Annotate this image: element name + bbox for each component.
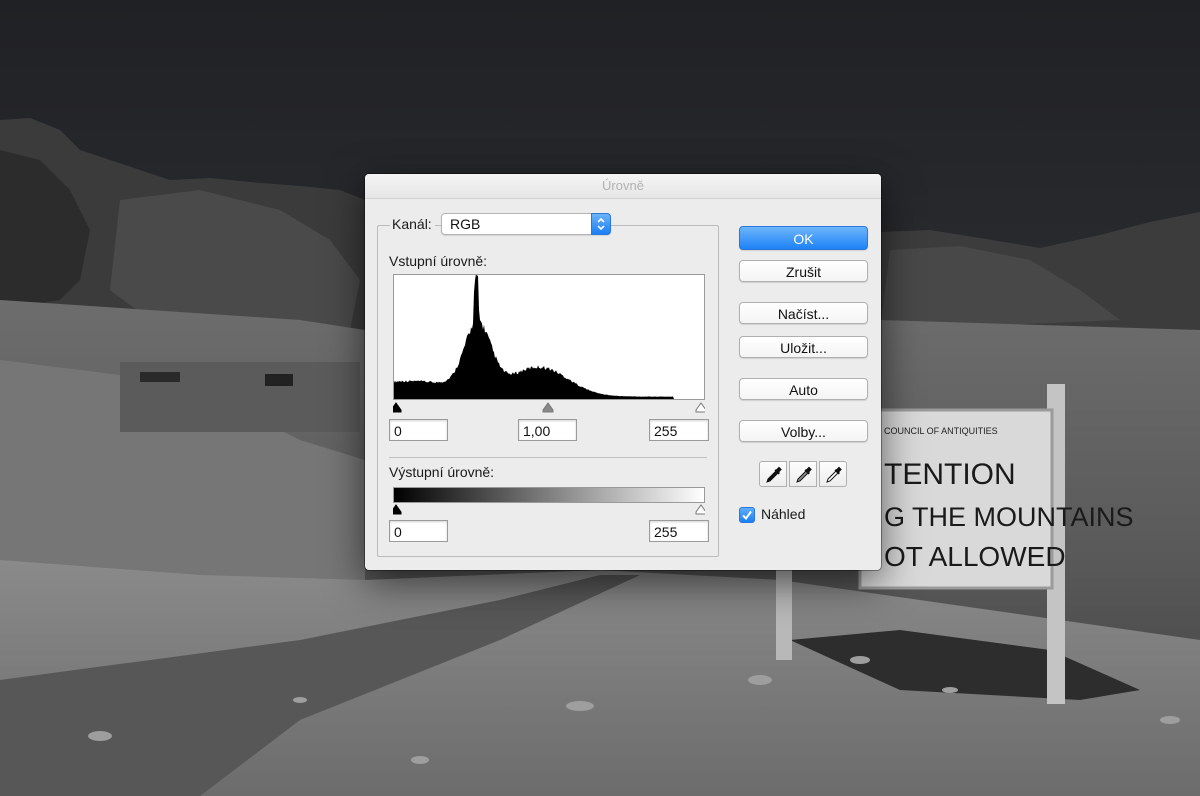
input-black-slider[interactable] (390, 402, 402, 413)
sign-text-line4: OT ALLOWED (884, 541, 1066, 572)
output-slider-track[interactable] (390, 502, 707, 515)
ok-button[interactable]: OK (739, 226, 868, 250)
histogram (393, 273, 705, 400)
save-button[interactable]: Uložit... (739, 336, 868, 358)
cancel-button[interactable]: Zrušit (739, 260, 868, 282)
channel-select[interactable]: RGB (441, 213, 611, 235)
input-black-field[interactable]: 0 (389, 419, 448, 441)
output-gradient-bar (393, 487, 705, 503)
histogram-area (394, 273, 704, 399)
options-button[interactable]: Volby... (739, 420, 868, 442)
input-slider-track[interactable] (390, 400, 707, 413)
output-black-field[interactable]: 0 (389, 520, 448, 542)
sign-text-line3: G THE MOUNTAINS (884, 502, 1134, 532)
black-eyedropper-icon (766, 466, 782, 483)
preview-checkbox[interactable] (739, 507, 755, 523)
load-button[interactable]: Načíst... (739, 302, 868, 324)
dialog-title[interactable]: Úrovně (365, 174, 881, 199)
input-white-field[interactable]: 255 (649, 419, 709, 441)
sign-text-line2: TENTION (884, 458, 1016, 491)
gray-eyedropper-button[interactable] (789, 461, 817, 487)
sign-text-line1: COUNCIL OF ANTIQUITIES (884, 426, 998, 436)
input-white-slider[interactable] (695, 402, 707, 413)
output-black-slider[interactable] (390, 504, 402, 515)
output-levels-label: Výstupní úrovně: (389, 464, 495, 480)
white-eyedropper-button[interactable] (819, 461, 847, 487)
black-eyedropper-button[interactable] (759, 461, 787, 487)
preview-label: Náhled (761, 506, 806, 522)
auto-button[interactable]: Auto (739, 378, 868, 400)
input-gamma-slider[interactable] (542, 402, 554, 413)
gray-eyedropper-icon (796, 466, 812, 483)
input-gamma-field[interactable]: 1,00 (518, 419, 577, 441)
output-white-field[interactable]: 255 (649, 520, 709, 542)
levels-dialog: Úrovně Kanál: RGB Vstupní úrovně: 0 1,00… (365, 174, 881, 570)
channel-value: RGB (450, 216, 481, 232)
output-white-slider[interactable] (695, 504, 707, 515)
up-down-chevron-icon (591, 213, 611, 235)
input-levels-label: Vstupní úrovně: (389, 253, 488, 269)
channel-label: Kanál: (390, 216, 435, 232)
white-eyedropper-icon (826, 466, 842, 483)
divider (389, 457, 707, 458)
checkmark-icon (742, 510, 752, 521)
